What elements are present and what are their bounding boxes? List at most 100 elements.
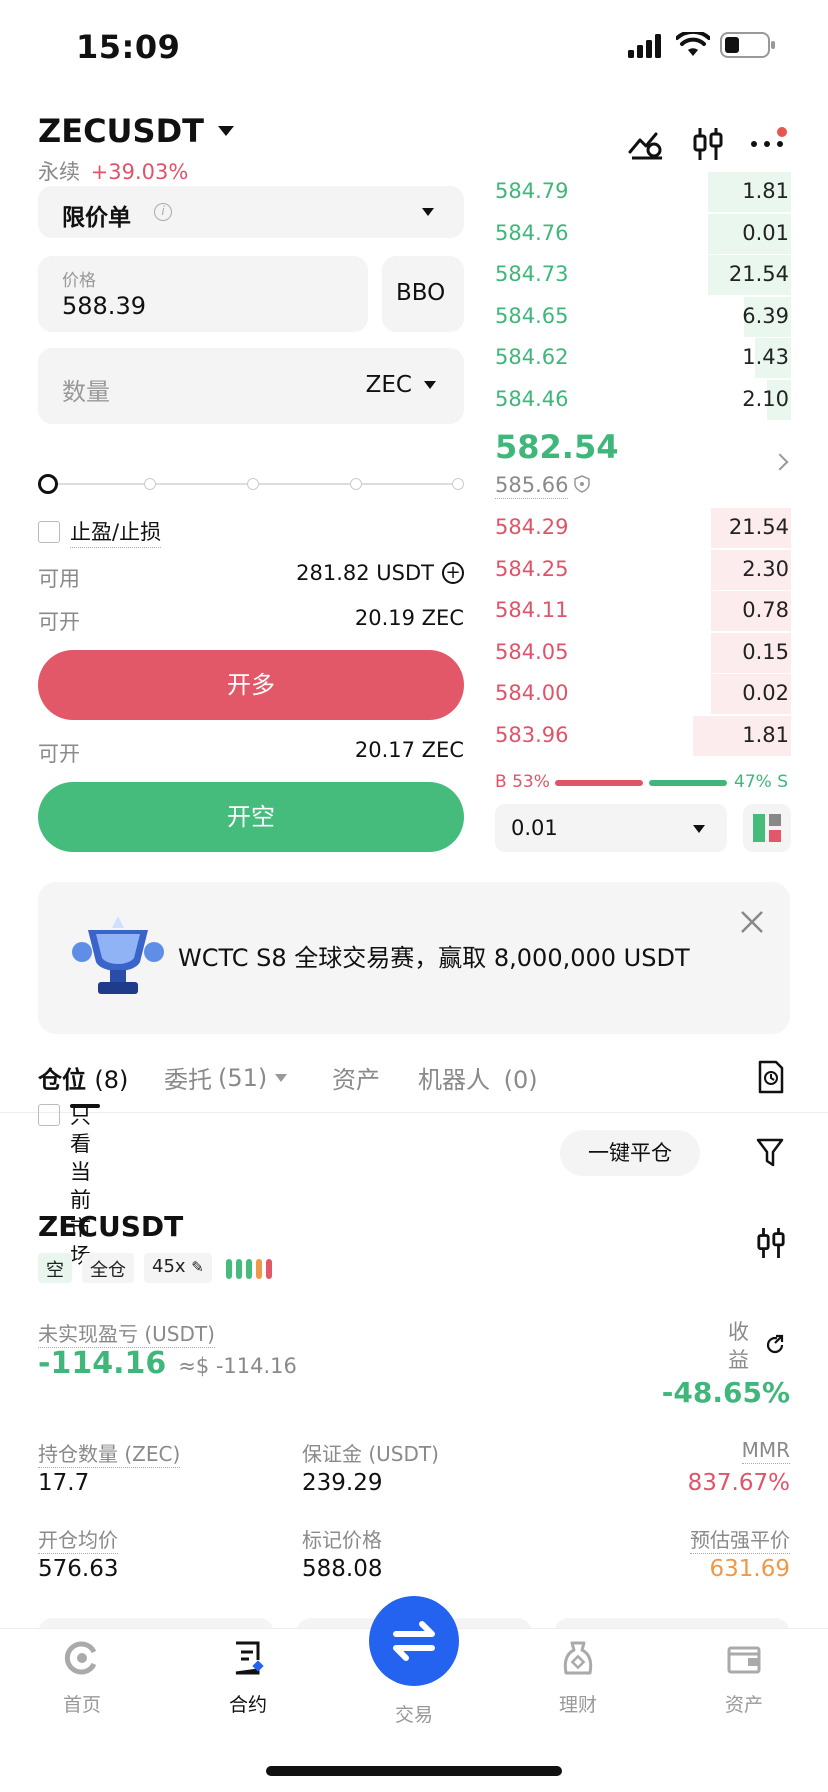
sell-ratio-label: 47% S [734,772,788,792]
symbol-selector[interactable]: ZECUSDT [38,112,234,150]
quantity-placeholder: 数量 [62,378,110,406]
ask-row[interactable]: 584.62 1.43 [495,338,791,378]
bid-row[interactable]: 584.00 0.02 [495,674,791,714]
bid-row[interactable]: 584.05 0.15 [495,632,791,673]
price-label: 价格 [62,271,96,291]
candlestick-icon[interactable] [692,126,724,166]
bid-row[interactable]: 584.11 0.78 [495,591,791,631]
promo-banner[interactable]: WCTC S8 全球交易赛，赢取 8,000,000 USDT [38,882,790,1034]
tp-sl-label: 止盈/止损 [70,516,162,548]
earn-icon [563,1641,593,1675]
trophy-icon [68,912,168,1008]
roe-label: 收益 [728,1320,749,1372]
tab-assets[interactable]: 资产 [332,1060,380,1095]
edit-icon: ✎ [191,1258,204,1276]
order-type-select[interactable]: 限价单 i [38,186,464,238]
price-change: +39.03% [90,160,189,184]
swap-button[interactable] [369,1596,459,1686]
quantity-unit-select[interactable]: ZEC [366,372,436,398]
current-market-checkbox[interactable] [38,1104,60,1126]
battery-icon [720,32,776,62]
tab-orders-count: (51) [218,1063,268,1092]
nav-trade[interactable]: 交易 [354,1700,474,1727]
close-icon[interactable] [740,910,764,934]
margin-mode-tag[interactable]: 全仓 [82,1253,134,1283]
add-funds-icon[interactable]: + [442,562,464,584]
nav-earn[interactable]: 理财 [518,1640,638,1717]
filter-icon[interactable] [756,1138,784,1172]
bid-row[interactable]: 583.96 1.81 [495,715,791,756]
bid-row[interactable]: 584.25 2.30 [495,549,791,590]
ask-row[interactable]: 584.76 0.01 [495,213,791,254]
mark-price: 585.66 [495,473,569,499]
bid-qty: 0.02 [742,681,789,705]
risk-indicator [226,1259,282,1283]
nav-assets[interactable]: 资产 [684,1640,804,1717]
unrealized-pnl-usd: ≈$ -114.16 [178,1354,297,1378]
chevron-down-icon [422,208,434,216]
tab-orders[interactable]: 委托 (51) [164,1060,288,1095]
ask-row[interactable]: 584.46 2.10 [495,379,791,420]
bid-row[interactable]: 584.29 21.54 [495,508,791,548]
margin-value: 239.29 [302,1470,383,1496]
amount-slider[interactable] [38,474,466,494]
tp-sl-checkbox[interactable] [38,521,60,543]
price-value: 588.39 [62,292,146,320]
history-icon[interactable] [756,1060,786,1098]
ask-qty: 21.54 [728,262,789,286]
ask-row[interactable]: 584.79 1.81 [495,172,791,212]
bid-qty: 2.30 [742,556,789,581]
current-market-label: 只看当前市场 [70,1104,91,1268]
slider-handle[interactable] [38,474,58,494]
last-price: 582.54 [495,428,619,466]
tab-positions-count: (8) [94,1066,129,1094]
unrealized-pnl-row: -114.16 ≈$ -114.16 [38,1346,297,1381]
ask-row[interactable]: 584.65 6.39 [495,296,791,337]
tab-assets-label: 资产 [332,1066,380,1094]
ask-qty: 0.01 [742,220,789,245]
nav-home[interactable]: 首页 [22,1640,142,1717]
chevron-right-icon[interactable] [771,453,789,471]
ask-price: 584.62 [495,345,569,369]
ratio-bar [555,780,727,786]
wallet-icon [727,1646,761,1674]
entry-price-value: 576.63 [38,1556,119,1582]
ask-qty: 2.10 [742,386,789,411]
chart-icon[interactable] [756,1226,786,1264]
nav-contract[interactable]: 合约 [188,1640,308,1717]
ask-qty: 6.39 [742,303,789,328]
symbol-title: ZECUSDT [38,112,204,150]
calculator-icon[interactable] [628,128,664,164]
bbo-button[interactable]: BBO [382,256,464,332]
open-short-button[interactable]: 开空 [38,782,464,852]
position-symbol[interactable]: ZECUSDT [38,1210,183,1243]
bid-qty: 0.15 [742,639,789,664]
price-input[interactable]: 价格 588.39 [38,256,368,332]
contract-type: 永续 +39.03% [38,160,189,184]
open-long-button[interactable]: 开多 [38,650,464,720]
swap-icon [393,1621,435,1661]
ask-row[interactable]: 584.73 21.54 [495,255,791,295]
more-icon[interactable] [748,126,790,166]
mark-price-row: 585.66 [495,473,591,499]
quantity-unit: ZEC [365,372,412,398]
nav-assets-label: 资产 [724,1694,763,1716]
home-indicator [266,1766,562,1776]
status-time: 15:09 [76,28,181,66]
quantity-input[interactable]: 数量 ZEC [38,348,464,424]
book-layout-button[interactable] [743,804,791,852]
mmr-label: MMR [741,1438,790,1464]
current-market-filter[interactable]: 只看当前市场 [38,1102,96,1270]
bid-price: 584.25 [495,556,569,581]
precision-select[interactable]: 0.01 [495,804,727,852]
contract-icon [235,1641,264,1675]
share-icon[interactable] [764,1334,786,1360]
home-icon [64,1641,97,1675]
tab-positions[interactable]: 仓位 (8) [38,1060,129,1108]
leverage-tag[interactable]: 45x ✎ [144,1253,212,1283]
tab-bots[interactable]: 机器人 (0) [418,1060,538,1095]
unrealized-pnl-value: -114.16 [38,1346,167,1381]
tab-bots-count: (0) [503,1066,538,1094]
close-all-button[interactable]: 一键平仓 [560,1130,700,1176]
tp-sl-toggle[interactable]: 止盈/止损 [38,516,162,548]
